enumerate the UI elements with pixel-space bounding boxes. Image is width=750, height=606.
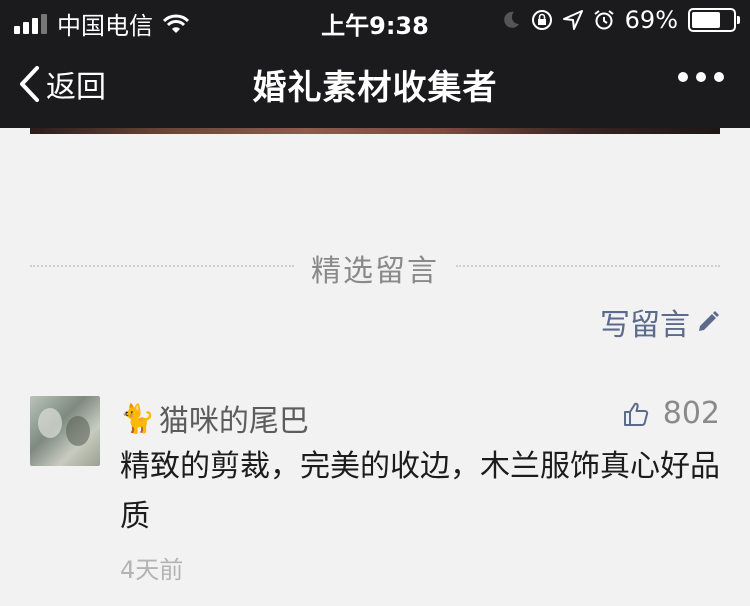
more-button[interactable]: [678, 72, 724, 82]
more-dot-icon: [696, 72, 706, 82]
author-name: 猫咪的尾巴: [158, 404, 309, 439]
pencil-icon: [699, 311, 719, 331]
battery-percent: 69%: [624, 6, 678, 34]
location-icon: [562, 10, 583, 30]
avatar[interactable]: [30, 396, 100, 466]
like-count: 802: [662, 396, 720, 431]
comment-body: 🐈 猫咪的尾巴 802 精致的剪裁，完美的收边，木兰服饰真心好品质 4天前: [120, 396, 720, 585]
thumbs-up-icon: [623, 402, 648, 426]
write-comment-label: 写留言: [600, 308, 690, 343]
section-title: 精选留言: [311, 254, 439, 289]
rotation-lock-icon: [531, 10, 552, 30]
page-title: 婚礼素材收集者: [252, 68, 498, 108]
article-image-bottom: [30, 128, 720, 134]
featured-comments-header: 精选留言: [30, 240, 720, 290]
cat-icon: 🐈: [120, 401, 155, 435]
write-comment-button[interactable]: 写留言: [600, 300, 720, 344]
comment-text: 精致的剪裁，完美的收边，木兰服饰真心好品质: [120, 449, 720, 534]
battery-icon: [688, 8, 740, 32]
battery-fill: [692, 12, 720, 28]
comment-time: 4天前: [120, 556, 184, 584]
like-button[interactable]: 802: [623, 396, 720, 431]
status-right: 69%: [501, 6, 740, 34]
more-dot-icon: [714, 72, 724, 82]
divider-right: [456, 265, 720, 267]
moon-icon: [503, 11, 519, 28]
status-bar: 中国电信 上午9:38 69%: [0, 0, 750, 40]
nav-bar: 返回 婚礼素材收集者: [0, 40, 750, 128]
more-dot-icon: [678, 72, 688, 82]
top-bar: 中国电信 上午9:38 69% 返回 婚礼素材收集者: [0, 0, 750, 128]
alarm-icon: [594, 10, 614, 30]
